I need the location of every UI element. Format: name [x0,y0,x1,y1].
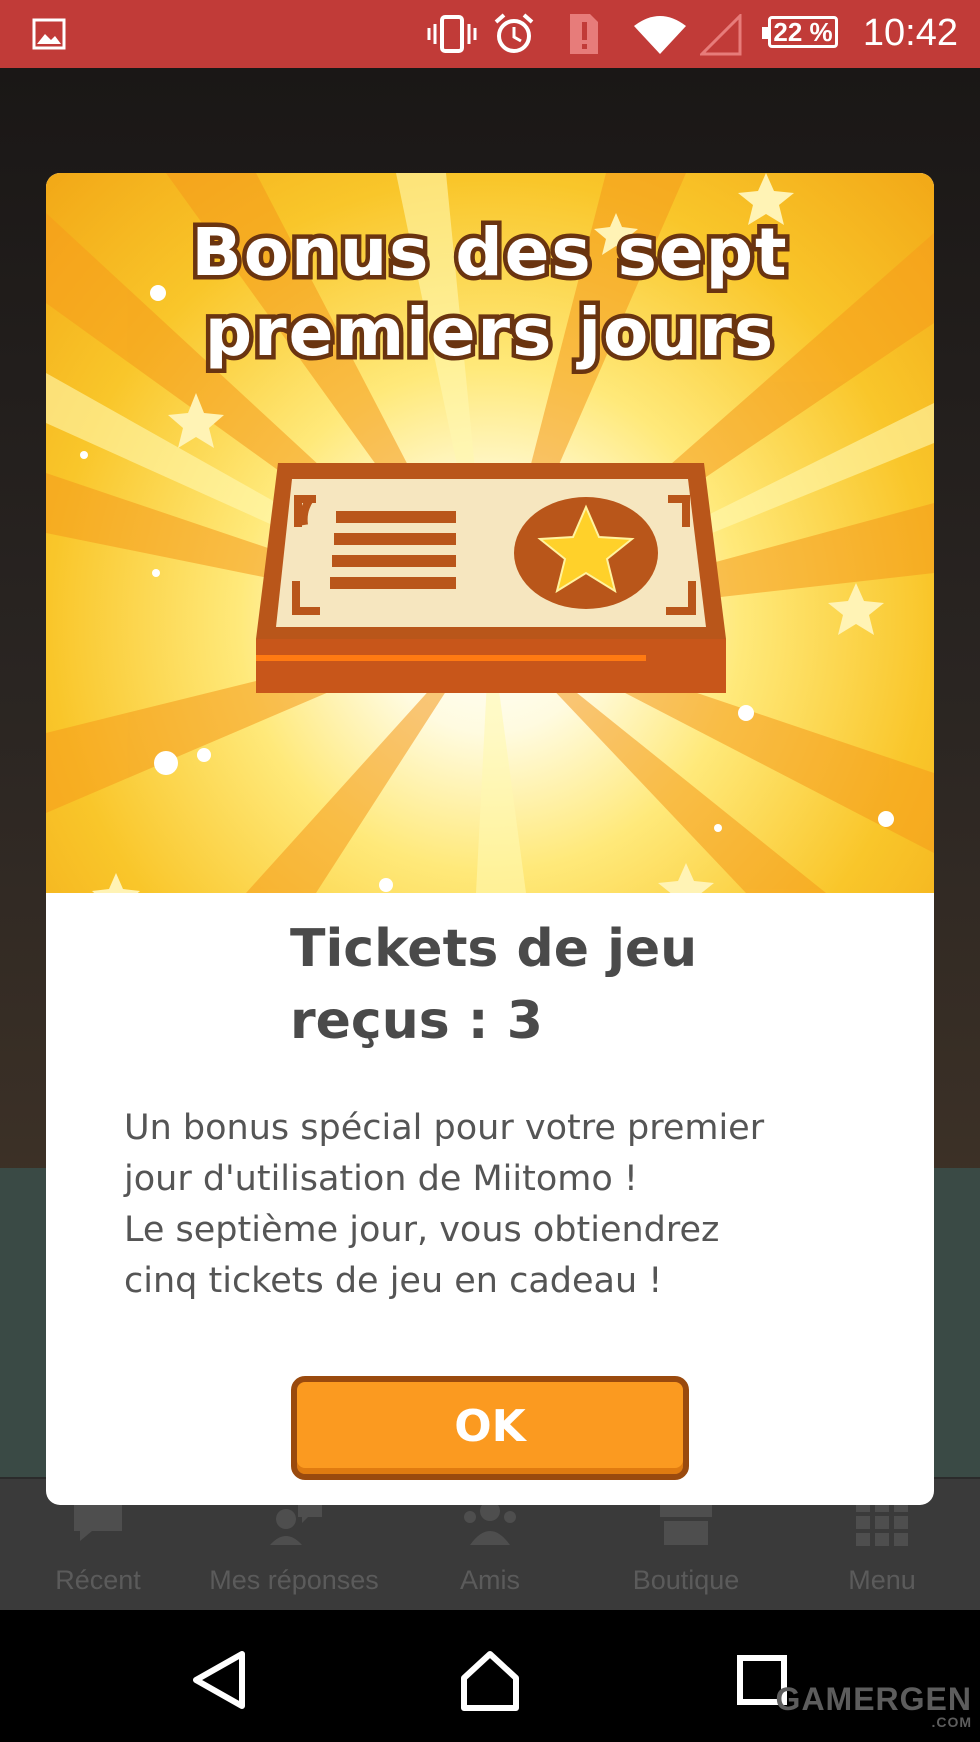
dialog-title-line1: Bonus des sept [187,210,791,296]
watermark-text: GAMERGEN [775,1681,972,1717]
back-icon[interactable] [180,1640,260,1720]
dialog-title-line2: premiers jours [200,290,777,376]
home-icon[interactable] [450,1640,530,1720]
nav-label-shop: Boutique [632,1565,740,1595]
clock: 10:42 [862,12,958,54]
alert-icon [570,14,598,54]
description-line: Un bonus spécial pour votre premier [124,1108,765,1148]
wifi-icon [634,16,686,54]
watermark: GAMERGEN .COM [776,1681,972,1730]
nav-label-menu: Menu [848,1565,916,1595]
reward-title-line1: Tickets de jeu [290,919,698,979]
status-bar: 22 % 10:42 [0,0,980,68]
description-line: jour d'utilisation de Miitomo ! [124,1159,638,1199]
bonus-dialog: Bonus des sept premiers jours Tickets de… [46,173,934,1505]
nav-label-my-answers: Mes réponses [209,1565,379,1595]
description-line: cinq tickets de jeu en cadeau ! [124,1261,663,1301]
bonus-banner: Bonus des sept premiers jours [46,173,934,893]
battery-icon: 22 % [762,16,838,48]
ok-button[interactable]: OK [291,1376,689,1480]
game-ticket-icon [256,463,726,693]
alarm-icon [494,13,534,53]
reward-title: Tickets de jeu reçus : 3 [290,913,850,1057]
reward-title-line2: reçus : 3 [290,991,543,1051]
gallery-icon [32,18,66,50]
system-navigation-bar: GAMERGEN .COM [0,1610,980,1742]
reward-description: Un bonus spécial pour votre premier jour… [124,1103,884,1307]
dialog-title: Bonus des sept premiers jours [46,210,934,376]
signal-icon [700,14,742,56]
nav-label-friends: Amis [460,1565,520,1595]
vibrate-icon [427,15,477,53]
nav-label-recent: Récent [55,1565,141,1595]
description-line: Le septième jour, vous obtiendrez [124,1210,720,1250]
